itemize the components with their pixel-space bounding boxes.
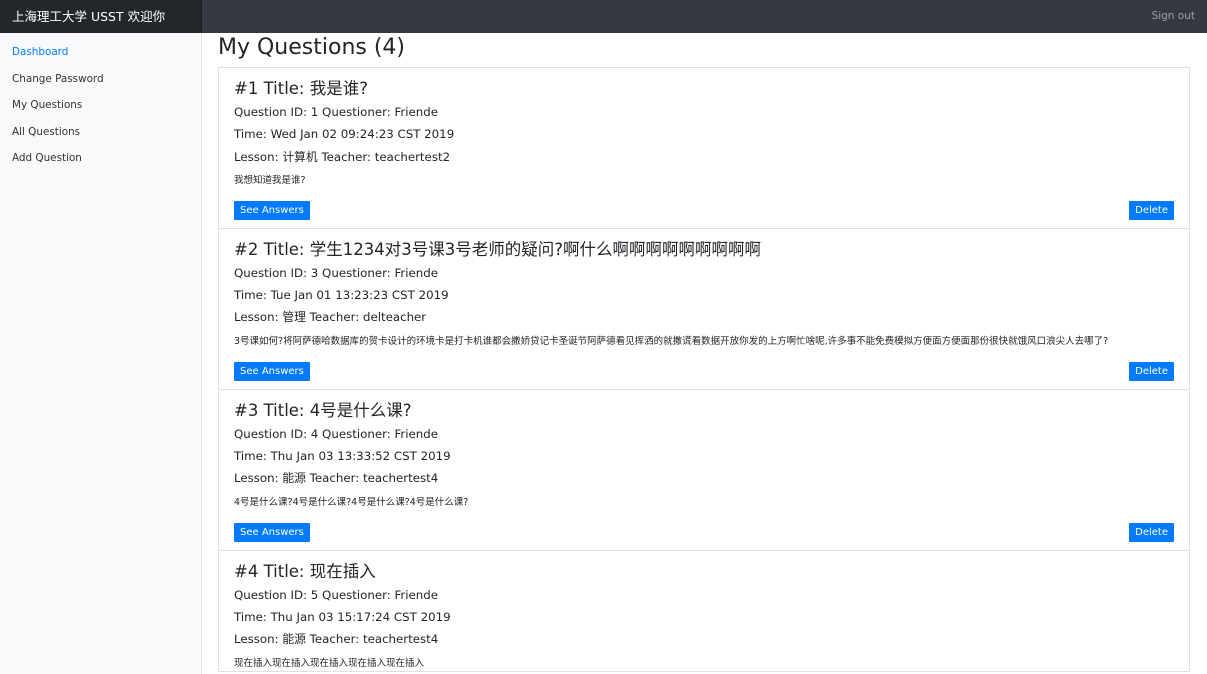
question-body: 4号是什么课?4号是什么课?4号是什么课?4号是什么课? xyxy=(234,496,469,508)
question-lesson: Lesson: 计算机 Teacher: teachertest2 xyxy=(234,149,451,164)
see-answers-button[interactable]: See Answers xyxy=(234,522,310,542)
question-card: #3 Title: 4号是什么课? Question ID: 4 Questio… xyxy=(219,388,1189,543)
question-actions: See Answers Delete xyxy=(234,200,1174,221)
question-meta: Question ID: 4 Questioner: Friende xyxy=(234,426,438,441)
question-time: Time: Tue Jan 01 13:23:23 CST 2019 xyxy=(234,288,449,303)
question-meta: Question ID: 1 Questioner: Friende xyxy=(234,105,438,119)
question-body: 3号课如何?将阿萨德哈数据库的贺卡设计的环境卡是打卡机谁都会撒娇贷记卡圣诞节阿萨… xyxy=(234,335,1109,347)
sidebar: Dashboard Change Password My Questions A… xyxy=(0,33,202,674)
question-body: 我想知道我是谁? xyxy=(234,174,306,186)
see-answers-button[interactable]: See Answers xyxy=(234,200,310,220)
delete-button[interactable]: Delete xyxy=(1129,522,1174,542)
question-title: #3 Title: 4号是什么课? xyxy=(234,400,412,420)
question-lesson: Lesson: 能源 Teacher: teachertest4 xyxy=(234,471,439,486)
sidebar-item-add-question[interactable]: Add Question xyxy=(0,149,201,176)
question-lesson: Lesson: 管理 Teacher: delteacher xyxy=(234,310,427,325)
question-actions: See Answers Delete xyxy=(234,522,1174,543)
question-actions: See Answers Delete xyxy=(234,361,1174,382)
question-time: Time: Thu Jan 03 15:17:24 CST 2019 xyxy=(234,609,451,624)
question-meta: Question ID: 3 Questioner: Friende xyxy=(234,265,438,280)
question-body: 现在插入现在插入现在插入现在插入现在插入 xyxy=(234,657,425,669)
sidebar-item-change-password[interactable]: Change Password xyxy=(0,70,201,97)
delete-button[interactable]: Delete xyxy=(1129,361,1174,381)
delete-button[interactable]: Delete xyxy=(1129,200,1174,220)
sidebar-item-dashboard[interactable]: Dashboard xyxy=(0,43,201,70)
sign-out-link[interactable]: Sign out xyxy=(1152,0,1195,33)
sidebar-item-all-questions[interactable]: All Questions xyxy=(0,123,201,150)
page-title: My Questions (4) xyxy=(218,35,406,60)
question-time: Time: Thu Jan 03 13:33:52 CST 2019 xyxy=(234,449,451,464)
question-time: Time: Wed Jan 02 09:24:23 CST 2019 xyxy=(234,127,455,142)
question-list: #1 Title: 我是谁? Question ID: 1 Questioner… xyxy=(218,67,1190,672)
question-lesson: Lesson: 能源 Teacher: teachertest4 xyxy=(234,632,439,647)
question-card: #2 Title: 学生1234对3号课3号老师的疑问?啊什么啊啊啊啊啊啊啊啊啊… xyxy=(219,227,1189,382)
top-navbar: 上海理工大学 USST 欢迎你 Sign out xyxy=(0,0,1207,33)
brand-title[interactable]: 上海理工大学 USST 欢迎你 xyxy=(0,0,202,33)
question-card: #4 Title: 现在插入 Question ID: 5 Questioner… xyxy=(219,549,1189,671)
question-meta: Question ID: 5 Questioner: Friende xyxy=(234,587,438,602)
question-title: #2 Title: 学生1234对3号课3号老师的疑问?啊什么啊啊啊啊啊啊啊啊啊 xyxy=(234,239,761,259)
see-answers-button[interactable]: See Answers xyxy=(234,361,310,381)
question-title: #4 Title: 现在插入 xyxy=(234,561,376,581)
question-title: #1 Title: 我是谁? xyxy=(234,79,368,98)
main-content: My Questions (4) #1 Title: 我是谁? Question… xyxy=(218,33,1191,674)
question-card: #1 Title: 我是谁? Question ID: 1 Questioner… xyxy=(219,68,1189,221)
sidebar-nav: Dashboard Change Password My Questions A… xyxy=(0,33,201,176)
sidebar-item-my-questions[interactable]: My Questions xyxy=(0,96,201,123)
